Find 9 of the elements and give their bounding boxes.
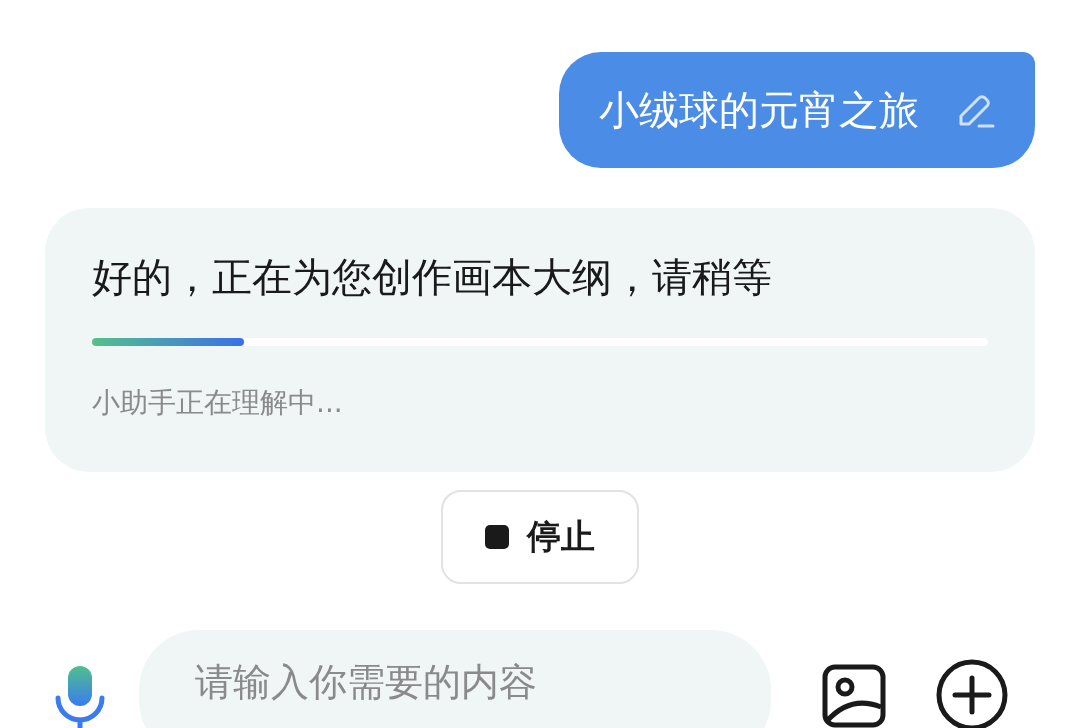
assistant-message-text: 好的，正在为您创作画本大纲，请稍等: [92, 253, 773, 302]
stop-icon: [485, 525, 509, 549]
status-text: 小助手正在理解中...: [92, 385, 344, 421]
image-icon[interactable]: [821, 663, 887, 728]
stop-button[interactable]: 停止: [441, 490, 639, 584]
message-input-field[interactable]: 请输入你需要的内容: [139, 630, 771, 728]
microphone-icon[interactable]: [53, 664, 107, 728]
plus-icon[interactable]: [935, 658, 1009, 728]
user-message-text: 小绒球的元宵之旅: [599, 85, 919, 135]
